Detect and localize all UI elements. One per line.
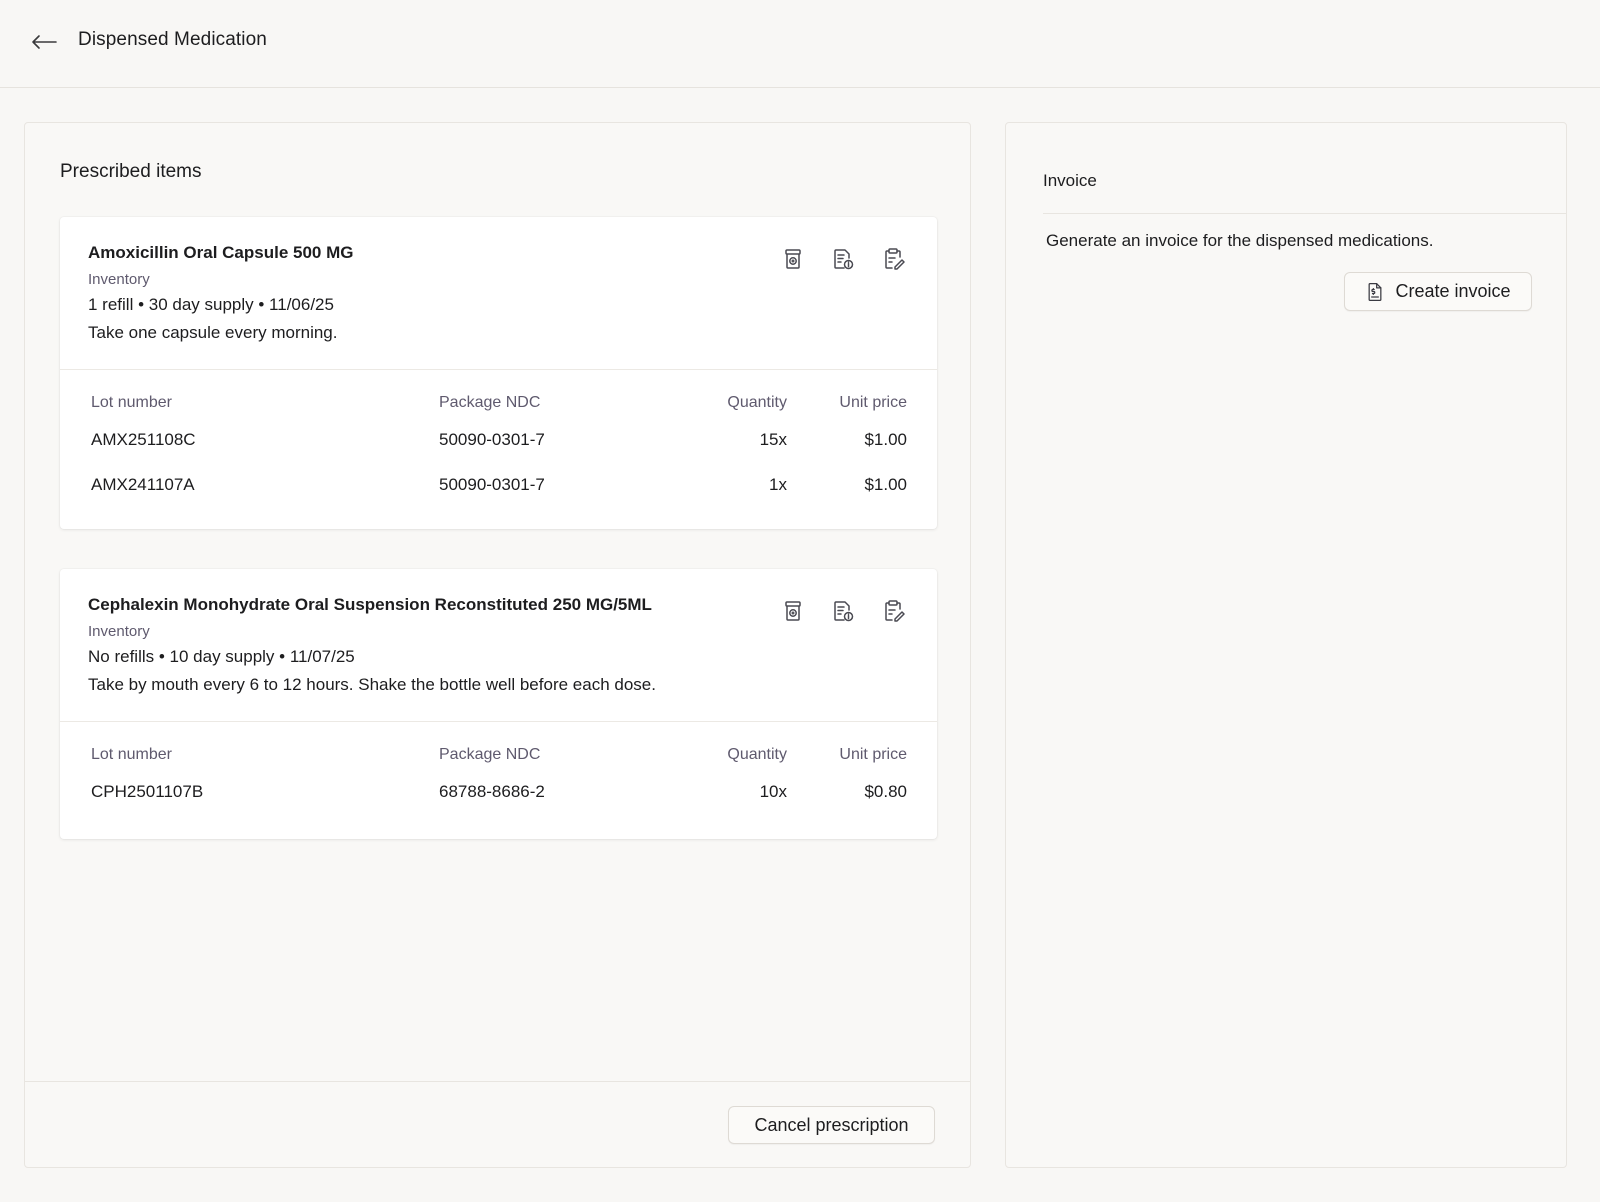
unit-price: $1.00	[864, 430, 907, 449]
prescribed-items-panel: Prescribed items Amoxicillin Oral Capsul…	[24, 122, 971, 1168]
table-row: AMX251108C 50090-0301-7 15x $1.00	[90, 430, 907, 475]
medication-details: 1 refill • 30 day supply • 11/06/25	[88, 295, 334, 314]
card-divider	[60, 721, 937, 722]
card-actions	[779, 245, 907, 273]
column-header-unit-price: Unit price	[839, 394, 907, 411]
edit-clipboard-button[interactable]	[879, 597, 907, 625]
medication-card: Cephalexin Monohydrate Oral Suspension R…	[60, 569, 937, 839]
pill-bottle-icon	[785, 249, 801, 269]
prescription-info-button[interactable]	[829, 245, 857, 273]
column-header-quantity: Quantity	[727, 746, 787, 763]
clipboard-edit-icon	[885, 600, 905, 622]
medication-source: Inventory	[88, 623, 150, 640]
invoice-document-icon	[1369, 282, 1382, 301]
lot-number: AMX241107A	[91, 475, 195, 494]
prescription-info-button[interactable]	[829, 597, 857, 625]
medication-details: No refills • 10 day supply • 11/07/25	[88, 647, 355, 666]
package-ndc: 50090-0301-7	[439, 430, 545, 449]
medication-instructions: Take one capsule every morning.	[88, 323, 338, 342]
column-header-lot: Lot number	[91, 746, 172, 763]
lot-table: Lot number Package NDC Quantity Unit pri…	[60, 394, 937, 520]
package-ndc: 68788-8686-2	[439, 782, 545, 801]
quantity: 1x	[769, 475, 787, 494]
back-button[interactable]	[28, 26, 60, 58]
create-invoice-button[interactable]: Create invoice	[1344, 272, 1532, 311]
document-info-icon	[834, 249, 854, 270]
invoice-panel: Invoice Generate an invoice for the disp…	[1005, 122, 1567, 1168]
edit-clipboard-button[interactable]	[879, 245, 907, 273]
unit-price: $1.00	[864, 475, 907, 494]
column-header-unit-price: Unit price	[839, 746, 907, 763]
table-row: CPH2501107B 68788-8686-2 10x $0.80	[90, 782, 907, 827]
clipboard-edit-icon	[885, 248, 905, 270]
column-header-ndc: Package NDC	[439, 746, 541, 763]
lot-table-header: Lot number Package NDC Quantity Unit pri…	[90, 746, 907, 782]
lot-number: CPH2501107B	[91, 782, 204, 801]
table-row: AMX241107A 50090-0301-7 1x $1.00	[90, 475, 907, 520]
medication-source: Inventory	[88, 271, 150, 288]
pill-bottle-button[interactable]	[779, 597, 807, 625]
invoice-divider	[1043, 213, 1566, 214]
arrow-left-icon	[32, 35, 57, 49]
document-info-icon	[834, 601, 854, 622]
lot-number: AMX251108C	[91, 430, 196, 449]
pill-bottle-icon	[785, 601, 801, 621]
pill-bottle-button[interactable]	[779, 245, 807, 273]
page-title: Dispensed Medication	[78, 29, 267, 50]
top-bar: Dispensed Medication	[0, 0, 1600, 88]
medication-card: Amoxicillin Oral Capsule 500 MG Inventor…	[60, 217, 937, 529]
quantity: 15x	[759, 430, 787, 449]
lot-table-header: Lot number Package NDC Quantity Unit pri…	[90, 394, 907, 430]
quantity: 10x	[759, 782, 787, 801]
lot-table: Lot number Package NDC Quantity Unit pri…	[60, 746, 937, 827]
package-ndc: 50090-0301-7	[439, 475, 545, 494]
invoice-description: Generate an invoice for the dispensed me…	[1046, 231, 1434, 250]
cancel-prescription-button[interactable]: Cancel prescription	[728, 1106, 935, 1144]
column-header-lot: Lot number	[91, 394, 172, 411]
card-actions	[779, 597, 907, 625]
medication-name: Cephalexin Monohydrate Oral Suspension R…	[88, 595, 652, 614]
medication-name: Amoxicillin Oral Capsule 500 MG	[88, 243, 354, 262]
column-header-ndc: Package NDC	[439, 394, 541, 411]
prescribed-items-title: Prescribed items	[60, 161, 202, 182]
unit-price: $0.80	[864, 782, 907, 801]
create-invoice-label: Create invoice	[1395, 281, 1511, 301]
column-header-quantity: Quantity	[727, 394, 787, 411]
card-divider	[60, 369, 937, 370]
panel-footer: Cancel prescription	[25, 1081, 970, 1167]
medication-instructions: Take by mouth every 6 to 12 hours. Shake…	[88, 675, 656, 694]
invoice-title: Invoice	[1043, 171, 1097, 190]
